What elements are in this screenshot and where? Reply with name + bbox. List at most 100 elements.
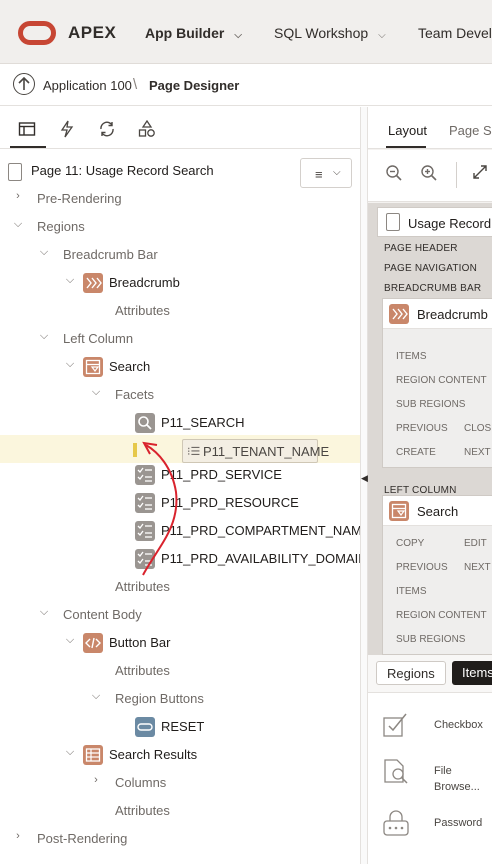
slot-create: CREATE [396, 447, 436, 458]
faceted-search-region-icon [83, 357, 103, 377]
chevron-down-icon[interactable]: ⌵ [64, 358, 76, 371]
chevron-down-icon[interactable]: ⌵ [64, 634, 76, 647]
breadcrumb: Application 100 \ Page Designer [0, 64, 492, 106]
slot-sub-regions: SUB REGIONS [396, 634, 466, 645]
tree-label: Attributes [115, 663, 170, 678]
slot-region-content: REGION CONTENT [396, 610, 487, 621]
breadcrumb-application-link[interactable]: Application 100 [43, 78, 132, 93]
chevron-down-icon[interactable]: ⌵ [90, 386, 102, 399]
nav-team-development[interactable]: Team Develo [418, 25, 492, 41]
processing-tab[interactable] [98, 120, 116, 138]
gallery-item-label: File Browse... [434, 763, 480, 795]
slot-region-content: REGION CONTENT [396, 375, 487, 386]
chevron-right-icon[interactable]: › [12, 190, 24, 202]
left-tabs [0, 107, 360, 149]
tree-label: P11_PRD_SERVICE [161, 467, 282, 482]
chevron-down-icon[interactable]: ⌵ [38, 246, 50, 259]
caret-left-icon[interactable]: ◀ [361, 473, 368, 484]
tab-layout[interactable]: Layout [385, 123, 427, 148]
tab-page-search[interactable]: Page Se [449, 123, 492, 138]
tree-label: RESET [161, 719, 205, 734]
chevron-down-icon[interactable]: ⌵ [12, 218, 24, 231]
tree-label: Columns [115, 775, 167, 790]
layout-toolbar [368, 150, 492, 202]
shared-components-tab[interactable] [138, 119, 156, 138]
zoom-in-icon[interactable] [420, 164, 438, 187]
zoom-out-icon[interactable] [385, 164, 403, 187]
position-page-navigation: PAGE NAVIGATION [384, 263, 478, 274]
tree-label: Breadcrumb [109, 275, 180, 290]
tree-label: P11_SEARCH [161, 415, 245, 430]
gallery-item-file-browse[interactable]: File Browse... [382, 755, 492, 795]
rendering-icon [18, 122, 36, 136]
layout-page-card[interactable]: Usage Record S [377, 207, 492, 237]
layout-page-title: Usage Record S [408, 216, 492, 231]
layout-breadcrumb-region[interactable]: Breadcrumb ITEMS REGION CONTENT SUB REGI… [382, 298, 492, 468]
tree-label: Regions [37, 219, 85, 234]
layout-search-region[interactable]: Search COPY EDIT PREVIOUS NEXT ITEMS REG… [382, 495, 492, 655]
search-icon [135, 413, 155, 433]
button-icon [135, 717, 155, 737]
page-icon [386, 213, 400, 231]
breadcrumb-current: Page Designer [149, 78, 240, 93]
slot-previous: PREVIOUS [396, 423, 448, 434]
slot-next: NEXT [464, 447, 491, 458]
nav-app-builder[interactable]: App Builder ⌵ [145, 25, 242, 41]
gallery-item-label: Checkbox [434, 719, 483, 731]
chevron-down-icon[interactable]: ⌵ [64, 274, 76, 287]
code-icon [83, 633, 103, 653]
tree-label: Attributes [115, 579, 170, 594]
arrow-up-icon[interactable] [13, 73, 35, 95]
dragging-item-label: P11_TENANT_NAME [203, 444, 330, 459]
tree-label: Button Bar [109, 635, 171, 650]
tree-label: Left Column [63, 331, 134, 346]
nav-team-development-label: Team Develo [418, 25, 492, 41]
gallery-item-password[interactable]: Password [382, 807, 492, 847]
region-header: Breadcrumb [383, 299, 492, 329]
gallery-item-checkbox[interactable]: Checkbox [382, 709, 492, 749]
gallery-tab-regions[interactable]: Regions [376, 661, 446, 685]
gallery-item-label: Password [434, 817, 483, 829]
tree-label: Attributes [115, 803, 170, 818]
menu-icon: ≡ [315, 167, 323, 182]
slot-close: CLOSE [464, 423, 492, 434]
password-icon [383, 810, 409, 836]
oracle-logo-icon[interactable] [18, 21, 56, 45]
tree-label: Search [109, 359, 151, 374]
chevron-down-icon: ⌵ [333, 167, 341, 178]
tree-label: P11_PRD_COMPARTMENT_NAME [161, 523, 371, 538]
gallery-item-label-line2: Browse... [434, 781, 480, 793]
gallery-tab-items[interactable]: Items [452, 661, 492, 685]
shared-components-icon [138, 119, 155, 137]
chevron-down-icon[interactable]: ⌵ [64, 746, 76, 759]
tree-label: Post-Rendering [37, 831, 128, 846]
dynamic-actions-tab[interactable] [58, 120, 76, 138]
toolbar-divider [456, 162, 457, 188]
nav-sql-workshop-label: SQL Workshop [274, 25, 369, 41]
dragging-item[interactable]: ⁝☰ P11_TENANT_NAME [182, 439, 329, 463]
chevron-down-icon[interactable]: ⌵ [38, 330, 50, 343]
slot-previous: PREVIOUS [396, 562, 448, 573]
tree-menu-button[interactable]: ≡ ⌵ [300, 158, 352, 188]
slot-sub-regions: SUB REGIONS [396, 399, 466, 410]
chevron-down-icon[interactable]: ⌵ [38, 606, 50, 619]
top-header: APEX App Builder ⌵ SQL Workshop ⌵ Team Dev… [0, 0, 492, 64]
chevron-right-icon[interactable]: › [90, 774, 102, 786]
nav-sql-workshop[interactable]: SQL Workshop ⌵ [274, 25, 386, 41]
nav-app-builder-label: App Builder [145, 25, 225, 41]
chevron-down-icon: ⌵ [378, 30, 386, 41]
chevron-right-icon[interactable]: › [12, 830, 24, 842]
slot-items: ITEMS [396, 351, 427, 362]
page-title: Page 11: Usage Record Search [31, 163, 214, 178]
rendering-tab[interactable] [10, 120, 46, 148]
panel-splitter[interactable]: ◀ [360, 107, 368, 864]
checkbox-list-icon [135, 521, 155, 541]
tree-label: Attributes [115, 303, 170, 318]
position-page-header: PAGE HEADER [384, 243, 458, 254]
tree-label: Region Buttons [115, 691, 204, 706]
checkbox-list-icon [135, 465, 155, 485]
layout-panel: Layout Page Se Usage Record S PAGE HEADE… [368, 107, 492, 864]
position-breadcrumb-bar: BREADCRUMB BAR [384, 283, 482, 294]
expand-icon[interactable] [472, 164, 488, 185]
chevron-down-icon[interactable]: ⌵ [90, 690, 102, 703]
